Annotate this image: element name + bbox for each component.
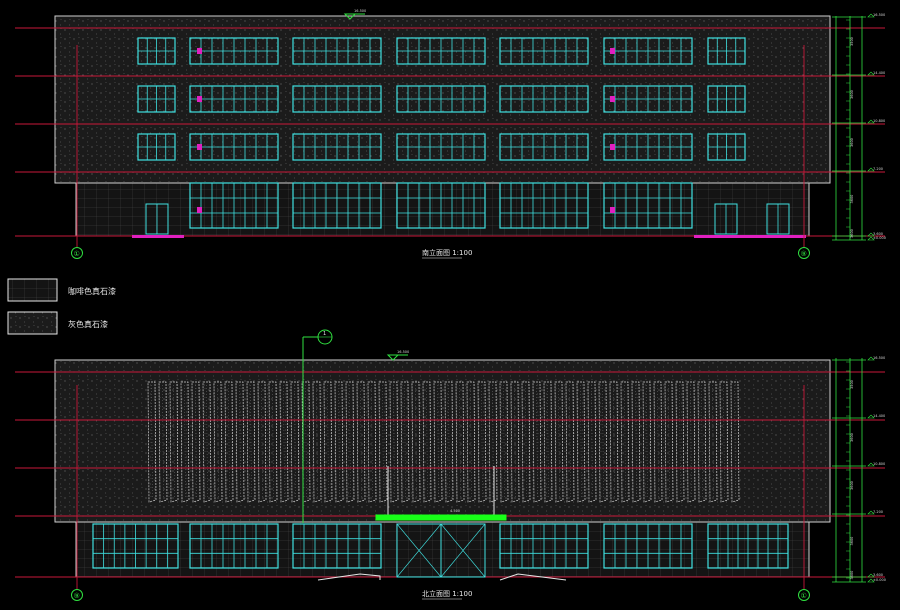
north-elevation: 4.500 1 ⑨ ① 3500 3600 3600 3600 3600 16.500 14.…: [15, 329, 886, 601]
legend-swatch-dots: [7, 311, 58, 335]
axis-label: ⑨: [801, 250, 807, 258]
south-dimension-column: 3500 3600 3600 3600 3600 16.500 14.400 10.800 7.…: [832, 13, 886, 241]
level-value: 16.500: [873, 13, 885, 17]
level-value: ±0.000: [873, 236, 886, 240]
cad-elevation-drawing: ① ⑨ 3500 3600 3600 3600 3600 16.500 14.400 10.80…: [7, 9, 886, 601]
south-title: 南立面图 1:100: [422, 248, 472, 257]
dim-value: 3600: [850, 195, 854, 204]
level-value: 14.400: [873, 71, 885, 75]
south-window-accent: [197, 207, 202, 213]
south-ground-strip: [132, 235, 184, 238]
dim-value: 3600: [850, 138, 854, 147]
dim-value: 3600: [850, 571, 854, 580]
south-window-accent: [197, 48, 202, 54]
level-value: 16.500: [873, 356, 885, 360]
section-marker-text: 1: [323, 331, 326, 337]
legend-label-2: 灰色真石漆: [68, 319, 108, 329]
dim-value: 3600: [850, 90, 854, 99]
axis-label: ⑨: [74, 592, 80, 600]
dim-value: 3500: [850, 380, 854, 389]
north-title: 北立面图 1:100: [422, 589, 472, 598]
south-window-accent: [610, 207, 615, 213]
legend-label-1: 咖啡色真石漆: [68, 286, 116, 296]
south-upper-wall: [54, 15, 831, 184]
level-value: 3.600: [873, 573, 883, 577]
dim-value: 3600: [850, 481, 854, 490]
north-dimension-column: 3500 3600 3600 3600 3600 16.500 14.400 10.800 7.…: [832, 356, 886, 583]
south-top-mark-text: 16.500: [354, 9, 366, 13]
south-window-accent: [610, 96, 615, 102]
canopy-mark-text: 4.500: [450, 509, 460, 513]
level-value: 10.800: [873, 119, 885, 123]
south-window-accent: [197, 96, 202, 102]
north-ground-wall: [75, 521, 810, 578]
dim-value: 3600: [850, 537, 854, 546]
north-top-mark-text: 16.500: [397, 350, 409, 354]
level-value: ±0.000: [873, 578, 886, 582]
south-window-accent: [610, 144, 615, 150]
level-value: 7.200: [873, 510, 883, 514]
dim-value: 3600: [850, 229, 854, 238]
axis-label: ①: [801, 592, 807, 600]
level-value: 7.200: [873, 167, 883, 171]
legend-swatch-grid: [7, 278, 58, 302]
south-window-accent: [197, 144, 202, 150]
dim-value: 3500: [850, 37, 854, 46]
south-ground-strip: [694, 235, 806, 238]
axis-label: ①: [74, 250, 80, 258]
level-value: 14.400: [873, 414, 885, 418]
material-legend: 咖啡色真石漆 灰色真石漆: [7, 278, 116, 335]
north-top-mark: 16.500: [386, 350, 409, 361]
dim-value: 3600: [850, 433, 854, 442]
level-value: 10.800: [873, 462, 885, 466]
south-window-accent: [610, 48, 615, 54]
south-elevation: ① ⑨ 3500 3600 3600 3600 3600 16.500 14.400 10.80…: [15, 9, 886, 259]
